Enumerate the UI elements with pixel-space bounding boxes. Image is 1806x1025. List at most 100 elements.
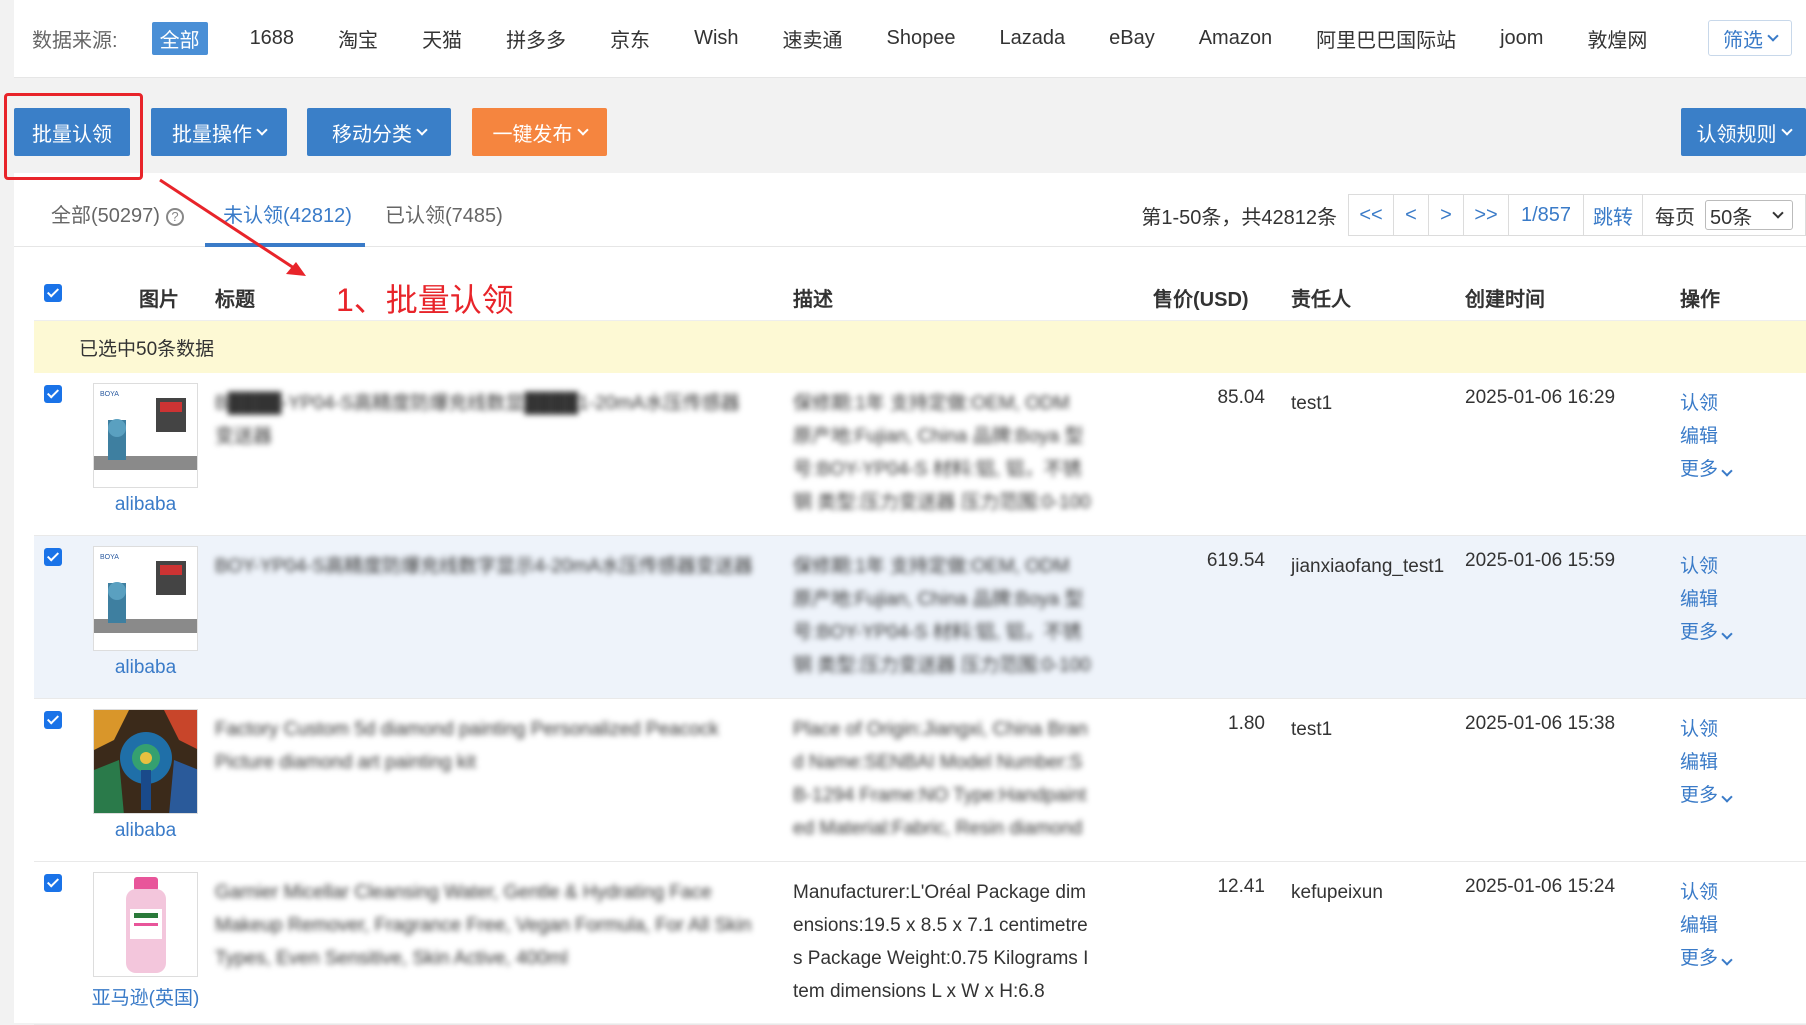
chevron-down-icon [416,124,428,136]
source-all[interactable]: 全部 [151,22,208,55]
chevron-down-icon [1721,628,1733,640]
select-all-checkbox[interactable] [44,284,62,302]
annotation-label: 1、批量认领 [336,282,514,318]
row-checkbox[interactable] [44,711,62,729]
pagination: 第1-50条，共42812条 << < > >> 1/857 跳转 每页 50条 [1141,194,1806,236]
product-price: 12.41 [1217,876,1265,897]
claim-rules-button[interactable]: 认领规则 [1681,108,1806,156]
jump-button[interactable]: 跳转 [1583,194,1643,236]
row-actions: 认领 编辑 更多 [1680,387,1733,486]
claim-link[interactable]: 认领 [1680,713,1731,746]
row-actions: 认领 编辑 更多 [1680,876,1733,975]
source-shopee[interactable]: Shopee [887,27,956,50]
tab-all[interactable]: 全部(50297)? [51,199,184,228]
edit-link[interactable]: 编辑 [1680,420,1731,453]
row-actions: 认领 编辑 更多 [1680,713,1733,812]
source-amazon[interactable]: Amazon [1199,27,1272,50]
product-created: 2025-01-06 16:29 [1465,387,1616,408]
batch-ops-label: 批量操作 [172,123,252,146]
source-ebay[interactable]: eBay [1109,27,1155,50]
source-dhgate[interactable]: 敦煌网 [1587,24,1647,53]
tab-claimed[interactable]: 已认领(7485) [385,199,503,228]
product-thumbnail[interactable] [93,872,198,977]
row-actions: 认领 编辑 更多 [1680,550,1733,649]
product-source: alibaba [114,657,177,678]
source-tmall[interactable]: 天猫 [422,24,462,53]
filter-button[interactable]: 筛选 [1708,20,1792,56]
per-page-select[interactable]: 50条 [1705,200,1793,230]
more-link[interactable]: 更多 [1680,942,1733,975]
claim-link[interactable]: 认领 [1680,387,1731,420]
more-link[interactable]: 更多 [1680,453,1733,486]
more-link[interactable]: 更多 [1680,616,1733,649]
source-jd[interactable]: 京东 [610,24,650,53]
product-title: B████-YP04-S高精度防爆充线数显████1-20mA水压传感器变送器 [215,393,740,447]
header-created: 创建时间 [1465,289,1545,311]
chevron-down-icon [1721,954,1733,966]
more-label: 更多 [1680,622,1719,643]
product-source: 亚马逊(英国) [91,988,200,1009]
product-source: alibaba [114,494,177,515]
chevron-down-icon [1780,124,1793,136]
prev-page-button[interactable]: < [1393,194,1429,236]
pressure-transmitter-image: BOYA [94,547,197,650]
edit-link[interactable]: 编辑 [1680,746,1731,779]
one-click-publish-button[interactable]: 一键发布 [472,108,607,156]
tab-active-underline [205,243,365,247]
source-1688[interactable]: 1688 [250,27,295,50]
more-label: 更多 [1680,459,1719,480]
edit-link[interactable]: 编辑 [1680,583,1731,616]
header-ops: 操作 [1680,289,1720,311]
product-thumbnail[interactable]: BOYA [93,546,198,651]
product-desc: 保修期:1年 支持定做:OEM, ODM 原产地:Fujian, China 品… [793,556,1091,676]
tab-unclaimed[interactable]: 未认领(42812) [223,199,352,228]
product-created: 2025-01-06 15:38 [1465,713,1616,734]
product-created: 2025-01-06 15:24 [1465,876,1616,897]
first-page-button[interactable]: << [1348,194,1394,236]
tab-all-label: 全部(50297) [51,205,160,227]
pagination-info: 第1-50条，共42812条 [1141,206,1337,229]
table-row[interactable]: BOYA alibaba B████-YP04-S高精度防爆充线数显████1-… [34,373,1806,536]
source-lazada[interactable]: Lazada [999,27,1065,50]
chevron-down-icon [256,124,268,136]
next-page-button[interactable]: > [1428,194,1464,236]
source-wish[interactable]: Wish [694,27,738,50]
claim-link[interactable]: 认领 [1680,876,1731,909]
product-owner: kefupeixun [1291,882,1383,903]
source-taobao[interactable]: 淘宝 [338,24,378,53]
move-category-button[interactable]: 移动分类 [307,108,451,156]
product-title: Factory Custom 5d diamond painting Perso… [215,719,719,773]
row-checkbox[interactable] [44,385,62,403]
filter-label: 筛选 [1723,29,1763,52]
product-owner: test1 [1291,393,1333,414]
product-thumbnail[interactable] [93,709,198,814]
claim-rules-label: 认领规则 [1696,123,1777,146]
last-page-button[interactable]: >> [1463,194,1509,236]
more-link[interactable]: 更多 [1680,779,1733,812]
table-row[interactable]: alibaba Factory Custom 5d diamond painti… [34,699,1806,862]
source-aliexpress[interactable]: 速卖通 [783,24,843,53]
batch-ops-button[interactable]: 批量操作 [151,108,287,156]
product-price: 619.54 [1206,550,1265,571]
table-row[interactable]: 亚马逊(英国) Garnier Micellar Cleansing Water… [34,862,1806,1025]
row-checkbox[interactable] [44,874,62,892]
row-checkbox[interactable] [44,548,62,566]
table-header: 图片 标题 描述 售价(USD) 责任人 创建时间 操作 [34,265,1806,321]
page-indicator[interactable]: 1/857 [1508,194,1584,236]
source-joom[interactable]: joom [1500,27,1543,50]
move-category-label: 移动分类 [332,123,412,146]
source-label: 数据来源: [32,30,118,52]
product-owner: test1 [1291,719,1333,740]
status-tabs: 全部(50297)? 未认领(42812) 已认领(7485) 第1-50条，共… [14,173,1806,247]
source-alibaba-intl[interactable]: 阿里巴巴国际站 [1316,24,1456,53]
help-icon[interactable]: ? [165,207,184,226]
edit-link[interactable]: 编辑 [1680,909,1731,942]
claim-link[interactable]: 认领 [1680,550,1731,583]
product-title: BOY-YP04-S高精度防爆充线数字显示4-20mA水压传感器变送器 [215,556,753,577]
per-page-value: 50条 [1710,206,1753,229]
source-pinduoduo[interactable]: 拼多多 [506,24,566,53]
product-created: 2025-01-06 15:59 [1465,550,1616,571]
table-row[interactable]: BOYA alibaba BOY-YP04-S高精度防爆充线数字显示4-20mA… [34,536,1806,699]
product-thumbnail[interactable]: BOYA [93,383,198,488]
chevron-down-icon [576,124,589,136]
